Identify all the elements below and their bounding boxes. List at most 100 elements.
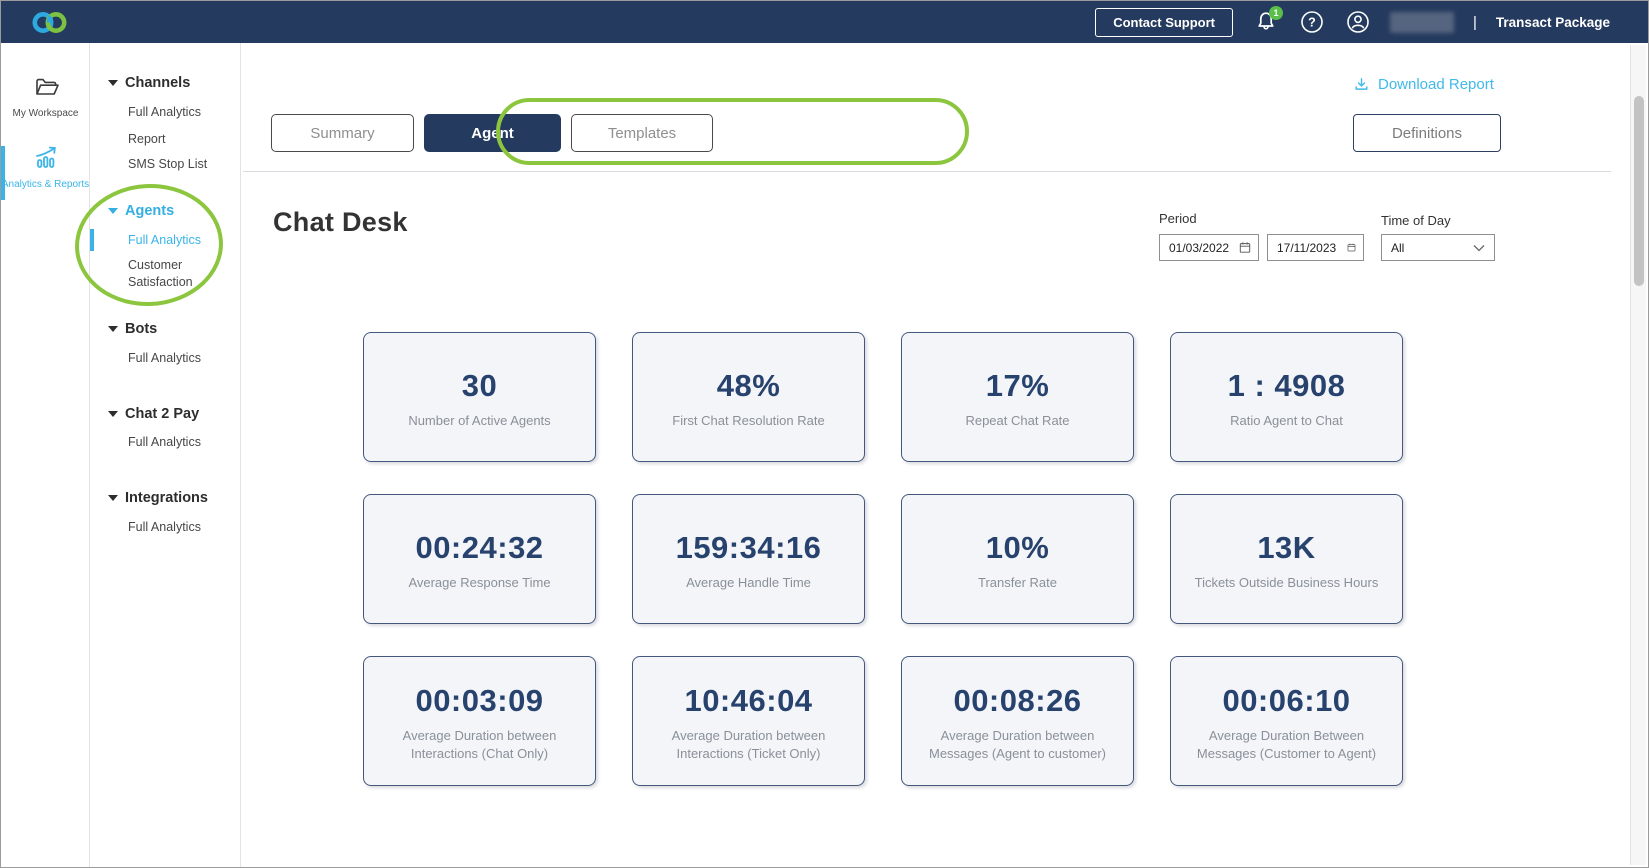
caret-down-icon	[108, 326, 118, 332]
sidebar-section-agents[interactable]: Agents	[108, 203, 174, 219]
rail-item-analytics-reports[interactable]: Analytics & Reports	[1, 144, 90, 192]
tab-templates[interactable]: Templates	[571, 114, 713, 152]
metric-value: 159:34:16	[676, 532, 822, 563]
section-label: Integrations	[125, 490, 208, 506]
analytics-chart-icon	[32, 144, 60, 170]
caret-down-icon	[108, 495, 118, 501]
metric-value: 00:06:10	[1222, 685, 1350, 716]
notifications-bell-icon[interactable]: 1	[1252, 9, 1279, 36]
icon-rail: My Workspace Analytics & Reports	[1, 43, 90, 868]
redacted-username	[1390, 12, 1454, 33]
metric-cards-grid: 30 Number of Active Agents 48% First Cha…	[363, 332, 1403, 786]
rail-item-label: Analytics & Reports	[1, 179, 90, 192]
svg-text:?: ?	[1308, 16, 1316, 30]
download-icon	[1353, 76, 1370, 93]
caret-down-icon	[108, 80, 118, 86]
package-label: Transact Package	[1496, 15, 1610, 30]
tab-agent[interactable]: Agent	[424, 114, 561, 152]
workspace-folder-icon	[33, 76, 59, 99]
time-of-day-value: All	[1391, 241, 1404, 255]
date-from-input[interactable]	[1169, 241, 1233, 255]
rail-active-indicator	[1, 146, 5, 200]
metric-value: 13K	[1257, 532, 1315, 563]
section-label: Chat 2 Pay	[125, 406, 199, 422]
metric-value: 17%	[986, 370, 1050, 401]
metric-label: Transfer Rate	[978, 574, 1057, 592]
metric-value: 10:46:04	[684, 685, 812, 716]
metric-card: 10% Transfer Rate	[901, 494, 1134, 624]
sidebar-item-agents-customer-satisfaction[interactable]: Customer Satisfaction	[128, 257, 230, 291]
sidebar-item-bots-full-analytics[interactable]: Full Analytics	[128, 350, 230, 367]
metric-label: Repeat Chat Rate	[965, 412, 1069, 430]
metric-label: Average Duration between Messages (Agent…	[916, 727, 1119, 762]
help-icon[interactable]: ?	[1298, 9, 1325, 36]
time-of-day-label: Time of Day	[1381, 213, 1451, 228]
topbar-separator: |	[1473, 14, 1477, 31]
metric-card: 00:06:10 Average Duration Between Messag…	[1170, 656, 1403, 786]
metric-card: 17% Repeat Chat Rate	[901, 332, 1134, 462]
contact-support-button[interactable]: Contact Support	[1095, 8, 1233, 37]
header-divider	[243, 171, 1611, 172]
sidebar-item-channels-sms-stop-list[interactable]: SMS Stop List	[128, 156, 230, 173]
rail-item-my-workspace[interactable]: My Workspace	[1, 76, 90, 121]
download-report-label: Download Report	[1378, 76, 1494, 93]
sidebar-item-channels-full-analytics[interactable]: Full Analytics	[128, 104, 230, 121]
date-to-input[interactable]	[1277, 241, 1341, 255]
main-content: Summary Agent Templates Download Report …	[241, 43, 1649, 868]
sidebar-section-bots[interactable]: Bots	[108, 321, 157, 337]
metric-value: 10%	[986, 532, 1050, 563]
sidebar-item-integrations-full-analytics[interactable]: Full Analytics	[128, 519, 230, 536]
metric-card: 00:08:26 Average Duration between Messag…	[901, 656, 1134, 786]
metric-card: 10:46:04 Average Duration between Intera…	[632, 656, 865, 786]
rail-item-label: My Workspace	[1, 108, 90, 121]
metric-label: First Chat Resolution Rate	[672, 412, 824, 430]
metric-card: 30 Number of Active Agents	[363, 332, 596, 462]
section-label: Agents	[125, 203, 174, 219]
calendar-icon	[1239, 241, 1251, 254]
section-label: Bots	[125, 321, 157, 337]
metric-card: 48% First Chat Resolution Rate	[632, 332, 865, 462]
metric-label: Tickets Outside Business Hours	[1195, 574, 1379, 592]
time-of-day-select[interactable]: All	[1381, 234, 1495, 261]
sidebar-section-chat-2-pay[interactable]: Chat 2 Pay	[108, 406, 199, 422]
top-bar: Contact Support 1 ?	[1, 1, 1648, 43]
metric-card: 1 : 4908 Ratio Agent to Chat	[1170, 332, 1403, 462]
metric-label: Ratio Agent to Chat	[1230, 412, 1343, 430]
metric-label: Average Handle Time	[686, 574, 811, 592]
sidebar-section-channels[interactable]: Channels	[108, 75, 190, 91]
sidebar-section-integrations[interactable]: Integrations	[108, 490, 208, 506]
sidebar-item-channels-report[interactable]: Report	[128, 131, 230, 148]
metric-card: 00:03:09 Average Duration between Intera…	[363, 656, 596, 786]
metric-value: 00:24:32	[415, 532, 543, 563]
scrollbar-track[interactable]	[1630, 45, 1646, 865]
metric-card: 00:24:32 Average Response Time	[363, 494, 596, 624]
app-window: Contact Support 1 ?	[0, 0, 1649, 868]
metric-value: 48%	[717, 370, 781, 401]
calendar-icon	[1347, 241, 1356, 254]
section-label: Channels	[125, 75, 190, 91]
user-account-icon[interactable]	[1344, 9, 1371, 36]
tab-summary[interactable]: Summary	[271, 114, 414, 152]
definitions-button[interactable]: Definitions	[1353, 114, 1501, 152]
metric-label: Average Duration between Interactions (T…	[647, 727, 850, 762]
metric-value: 30	[462, 370, 497, 401]
chevron-down-icon	[1473, 244, 1485, 252]
metric-label: Average Duration Between Messages (Custo…	[1185, 727, 1388, 762]
period-label: Period	[1159, 211, 1197, 226]
date-to-field[interactable]	[1267, 234, 1364, 261]
metric-value: 1 : 4908	[1228, 370, 1346, 401]
scrollbar-thumb[interactable]	[1634, 96, 1644, 286]
metric-label: Average Response Time	[408, 574, 550, 592]
sidebar-item-chat2pay-full-analytics[interactable]: Full Analytics	[128, 434, 230, 451]
metric-value: 00:03:09	[415, 685, 543, 716]
metric-label: Number of Active Agents	[408, 412, 550, 430]
notification-badge: 1	[1269, 6, 1283, 20]
date-from-field[interactable]	[1159, 234, 1259, 261]
sidebar-nav: Channels Full Analytics Report SMS Stop …	[90, 43, 241, 868]
brand-logo-icon	[29, 9, 71, 36]
metric-value: 00:08:26	[953, 685, 1081, 716]
metric-card: 13K Tickets Outside Business Hours	[1170, 494, 1403, 624]
page-title: Chat Desk	[273, 207, 408, 238]
sidebar-item-agents-full-analytics[interactable]: Full Analytics	[128, 232, 230, 249]
download-report-link[interactable]: Download Report	[1353, 76, 1494, 93]
